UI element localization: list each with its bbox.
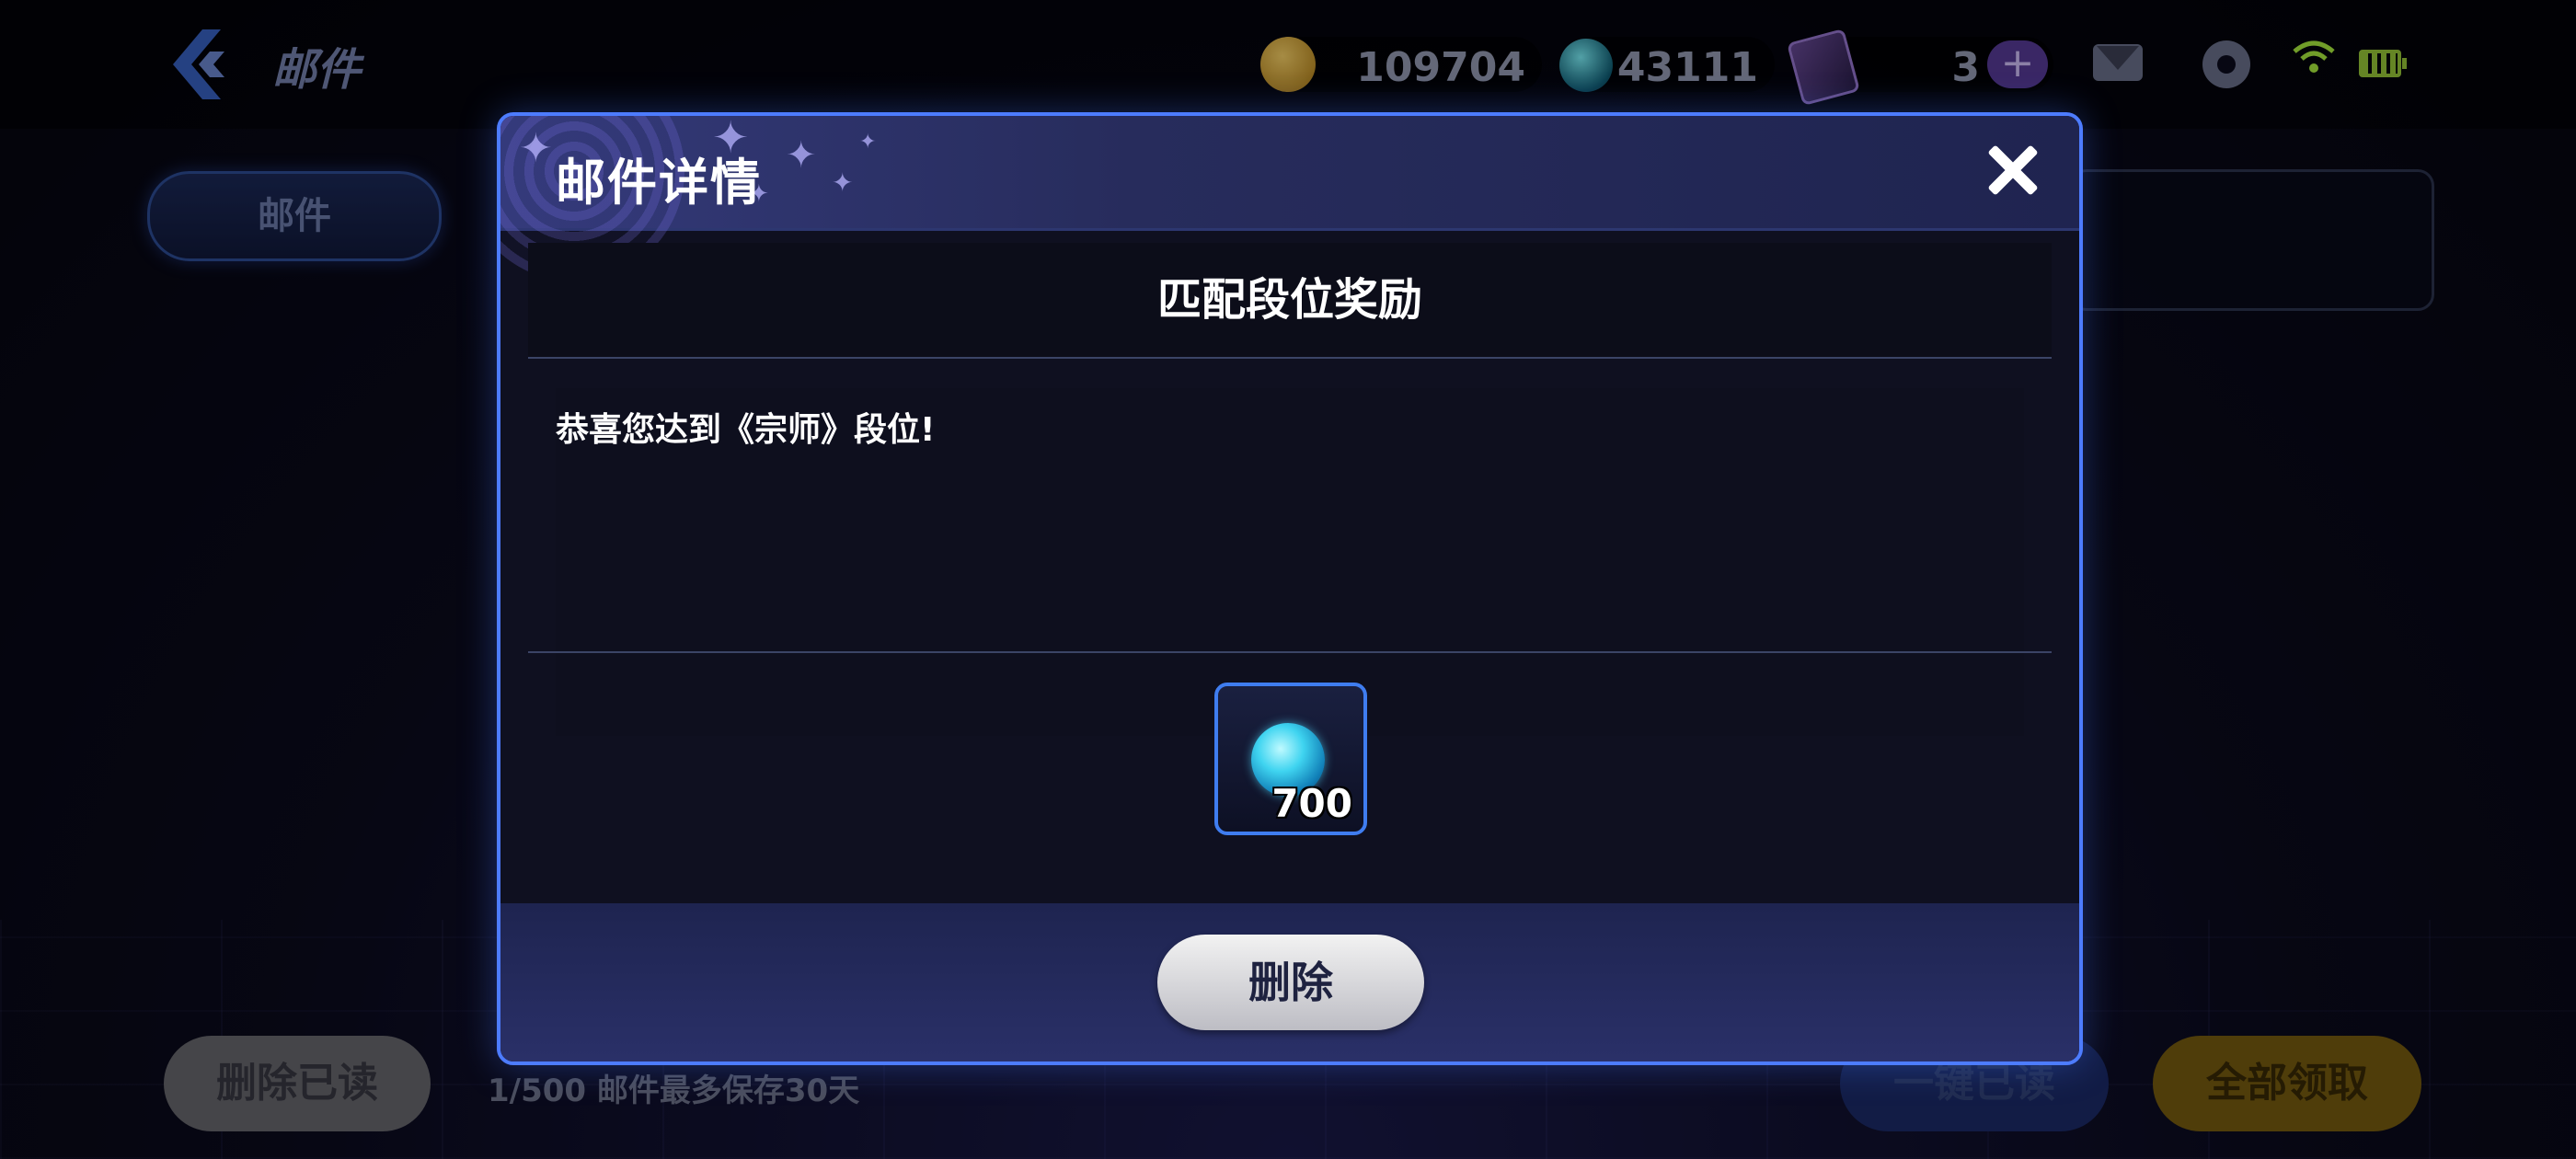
mail-detail-modal: ✦ ✦ ✦ ✦ ✦ ✦ 邮件详情 匹配段位奖励 恭喜您达到《宗师》段位! 700… [497,112,2083,1065]
modal-footer: 删除 [500,903,2079,1061]
sparkle-icon: ✦ [859,131,877,154]
reward-quantity: 700 [1271,781,1352,826]
divider [528,357,2052,359]
divider [528,651,2052,653]
modal-header: ✦ ✦ ✦ ✦ ✦ ✦ 邮件详情 [500,116,2079,281]
sparkle-icon: ✦ [519,125,553,172]
reward-item[interactable]: 700 [1214,683,1367,835]
mail-body-text: 恭喜您达到《宗师》段位! [556,411,936,449]
sparkle-icon: ✦ [786,134,817,177]
mail-subject: 匹配段位奖励 [528,243,2052,357]
modal-title: 邮件详情 [556,154,762,212]
delete-button[interactable]: 删除 [1157,935,1424,1030]
close-icon[interactable] [1980,138,2044,202]
sparkle-icon: ✦ [832,167,854,198]
